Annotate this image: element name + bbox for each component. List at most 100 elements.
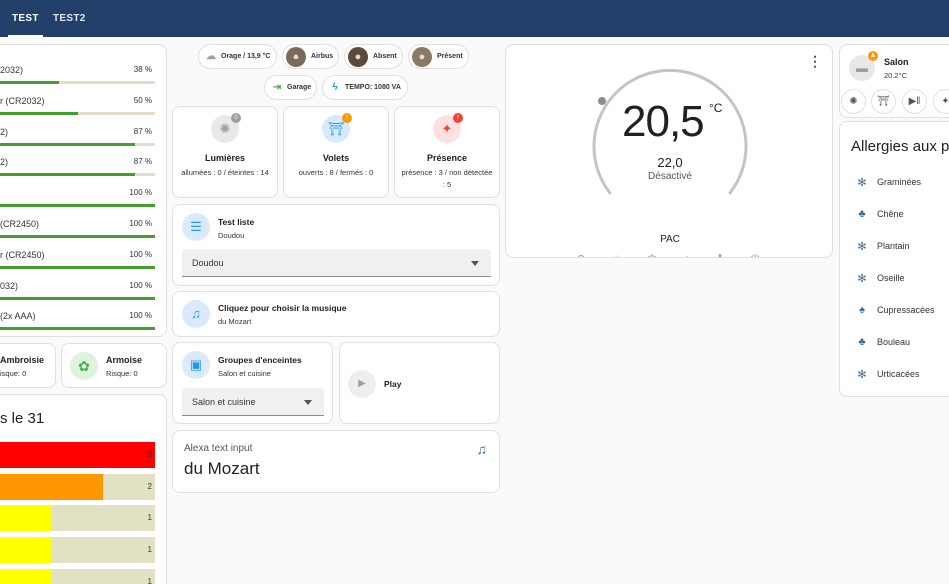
battery-name: (CR2450) (0, 219, 40, 229)
tempo-chip[interactable]: ϟ TEMPO: 1080 VA (322, 75, 408, 100)
battery-level-fill (0, 327, 155, 331)
summary-sub: présence : 3 / non détectée : 5 (401, 168, 493, 189)
battery-name: 2) (0, 126, 9, 137)
pollen-bar: 2 (0, 473, 155, 500)
plant-card-ambroisie[interactable]: Ambroisie isque: 0 (0, 343, 56, 388)
summary-presence[interactable]: ✦ ! Présence présence : 3 / non détectée… (394, 106, 500, 198)
battery-percent: 87 % (133, 126, 152, 136)
tab-test[interactable]: TEST (8, 0, 43, 37)
alexa-input-card[interactable]: Alexa text input du Mozart ♫ (172, 430, 500, 493)
cloud-icon: ☁ (206, 51, 216, 62)
music-card[interactable]: ♫ Cliquez pour choisir la musique du Moz… (172, 291, 500, 337)
play-card[interactable]: ▶ Play (339, 342, 500, 424)
music-note-icon: ♫ (182, 300, 210, 328)
battery-percent: 100 % (129, 249, 152, 259)
heat-mode-icon[interactable]: ♨ (609, 252, 625, 257)
shutter-button-icon[interactable]: ⛩ (871, 89, 896, 114)
battery-level-bar (0, 265, 155, 269)
battery-row[interactable]: (CR2450) 100 % (0, 215, 155, 246)
summary-shutters[interactable]: ⛩ ! Volets ouverts : 8 / fermés : 0 (283, 106, 389, 198)
dropdown-arrow-icon (304, 400, 312, 405)
battery-percent: 100 % (129, 219, 152, 228)
tile-title: Test liste (218, 217, 255, 227)
battery-level-bar (0, 111, 155, 115)
grass-icon: ✻ (857, 369, 867, 381)
dropdown-arrow-icon (471, 261, 479, 266)
allergy-name: Chêne (877, 209, 904, 219)
lightning-icon: ϟ (332, 82, 338, 93)
airbus-label: Airbus (311, 53, 334, 60)
pollen-bar: 1 (0, 505, 155, 532)
pine-tree-icon: ♠ (859, 304, 865, 316)
battery-level-bar (0, 296, 155, 300)
tile-sub: Doudou (218, 231, 245, 240)
battery-level-fill (0, 204, 155, 208)
absent-chip[interactable]: ● Absent (344, 44, 403, 69)
battery-name: r (CR2032) (0, 95, 45, 106)
battery-percent: 38 % (133, 65, 152, 74)
speaker-group-select[interactable]: Salon et cuisine (182, 388, 324, 416)
more-menu-icon[interactable]: ⋮ (808, 53, 822, 70)
summary-title: Volets (322, 153, 350, 163)
plant-card-armoise[interactable]: ✿ Armoise Risque: 0 (61, 343, 167, 388)
tile-sub: du Mozart (218, 317, 252, 326)
battery-level-bar (0, 173, 155, 177)
garage-chip[interactable]: ⇥ Garage (264, 75, 317, 100)
play-pause-button-icon[interactable]: ▶‖ (902, 89, 927, 114)
alexa-value[interactable]: du Mozart (184, 459, 260, 479)
battery-card: 2032) 38 % r (CR2032) 50 % 2) 87 % 2) 87 % 100 %… (0, 44, 167, 337)
test-list-card: ☰ Test liste Doudou Doudou (172, 204, 500, 286)
shutters-badge: ! (342, 113, 352, 123)
plant-name: Armoise (106, 355, 143, 365)
battery-level-fill (0, 111, 78, 115)
summary-sub: ouverts : 8 / fermés : 0 (298, 168, 374, 177)
battery-percent: 100 % (129, 311, 152, 321)
battery-row[interactable]: (2x AAA) 100 % (0, 307, 155, 336)
thermostat-card: ⋮ 20,5 °C 22,0 Désactivé ⟳ ♨ ❄ ♦ ✤ ⏻ PAC (505, 44, 833, 258)
present-chip[interactable]: ● Présent (408, 44, 469, 69)
fan-mode-icon[interactable]: ✤ (712, 252, 728, 257)
tab-test2[interactable]: TEST2 (53, 0, 86, 37)
battery-row[interactable]: 032) 100 % (0, 277, 155, 308)
light-button-icon[interactable]: ✺ (841, 89, 866, 114)
pollen-bar: 1 (0, 537, 155, 564)
power-icon[interactable]: ⏻ (747, 252, 763, 257)
battery-row[interactable]: 2) 87 % (0, 153, 155, 184)
hvac-state: Désactivé (648, 171, 692, 182)
dial-handle[interactable] (598, 97, 606, 105)
pollen-bar: 1 (0, 568, 155, 584)
speaker-groups-card: ▣ Groupes d'enceintes Salon et cuisine S… (172, 342, 333, 424)
tempo-label: TEMPO: 1080 VA (345, 84, 401, 91)
battery-name: r (CR2450) (0, 249, 45, 260)
battery-row[interactable]: r (CR2450) 100 % (0, 246, 155, 277)
battery-level-fill (0, 296, 155, 300)
room-name: Salon (884, 57, 909, 67)
airbus-chip[interactable]: ● Airbus (282, 44, 339, 69)
battery-row[interactable]: r (CR2032) 50 % (0, 92, 155, 123)
weather-label: Orage / 13,9 °C (221, 53, 271, 60)
allergies-card: Allergies aux p ✻ Graminées ♣ Chêne ✻ Pl… (839, 121, 949, 397)
pollen-bar: 3 (0, 442, 155, 468)
tree-icon: ♣ (858, 208, 866, 220)
temp-unit: °C (709, 101, 723, 115)
grass-icon: ✻ (857, 241, 867, 253)
present-avatar-icon: ● (412, 47, 432, 67)
battery-percent: 100 % (129, 188, 152, 198)
battery-row[interactable]: 2032) 38 % (0, 61, 155, 92)
allergy-name: Graminées (877, 177, 922, 187)
select-value: Salon et cuisine (192, 397, 256, 407)
pollen-bar-fill (0, 537, 52, 564)
battery-level-bar (0, 327, 155, 331)
lights-badge: 0 (231, 113, 241, 123)
dry-mode-icon[interactable]: ♦ (679, 252, 695, 257)
cool-mode-icon[interactable]: ❄ (644, 252, 660, 257)
weather-chip[interactable]: ☁ Orage / 13,9 °C (198, 44, 277, 69)
battery-row[interactable]: 2) 87 % (0, 123, 155, 154)
auto-mode-icon[interactable]: ⟳ (574, 252, 590, 257)
play-label: Play (384, 379, 402, 389)
test-list-select[interactable]: Doudou (182, 249, 491, 277)
chart-title: s le 31 (0, 410, 45, 427)
summary-lights[interactable]: ✺ 0 Lumières allumées : 0 / éteintes : 1… (172, 106, 278, 198)
summary-title: Lumières (204, 153, 246, 163)
battery-row[interactable]: 100 % (0, 184, 155, 215)
